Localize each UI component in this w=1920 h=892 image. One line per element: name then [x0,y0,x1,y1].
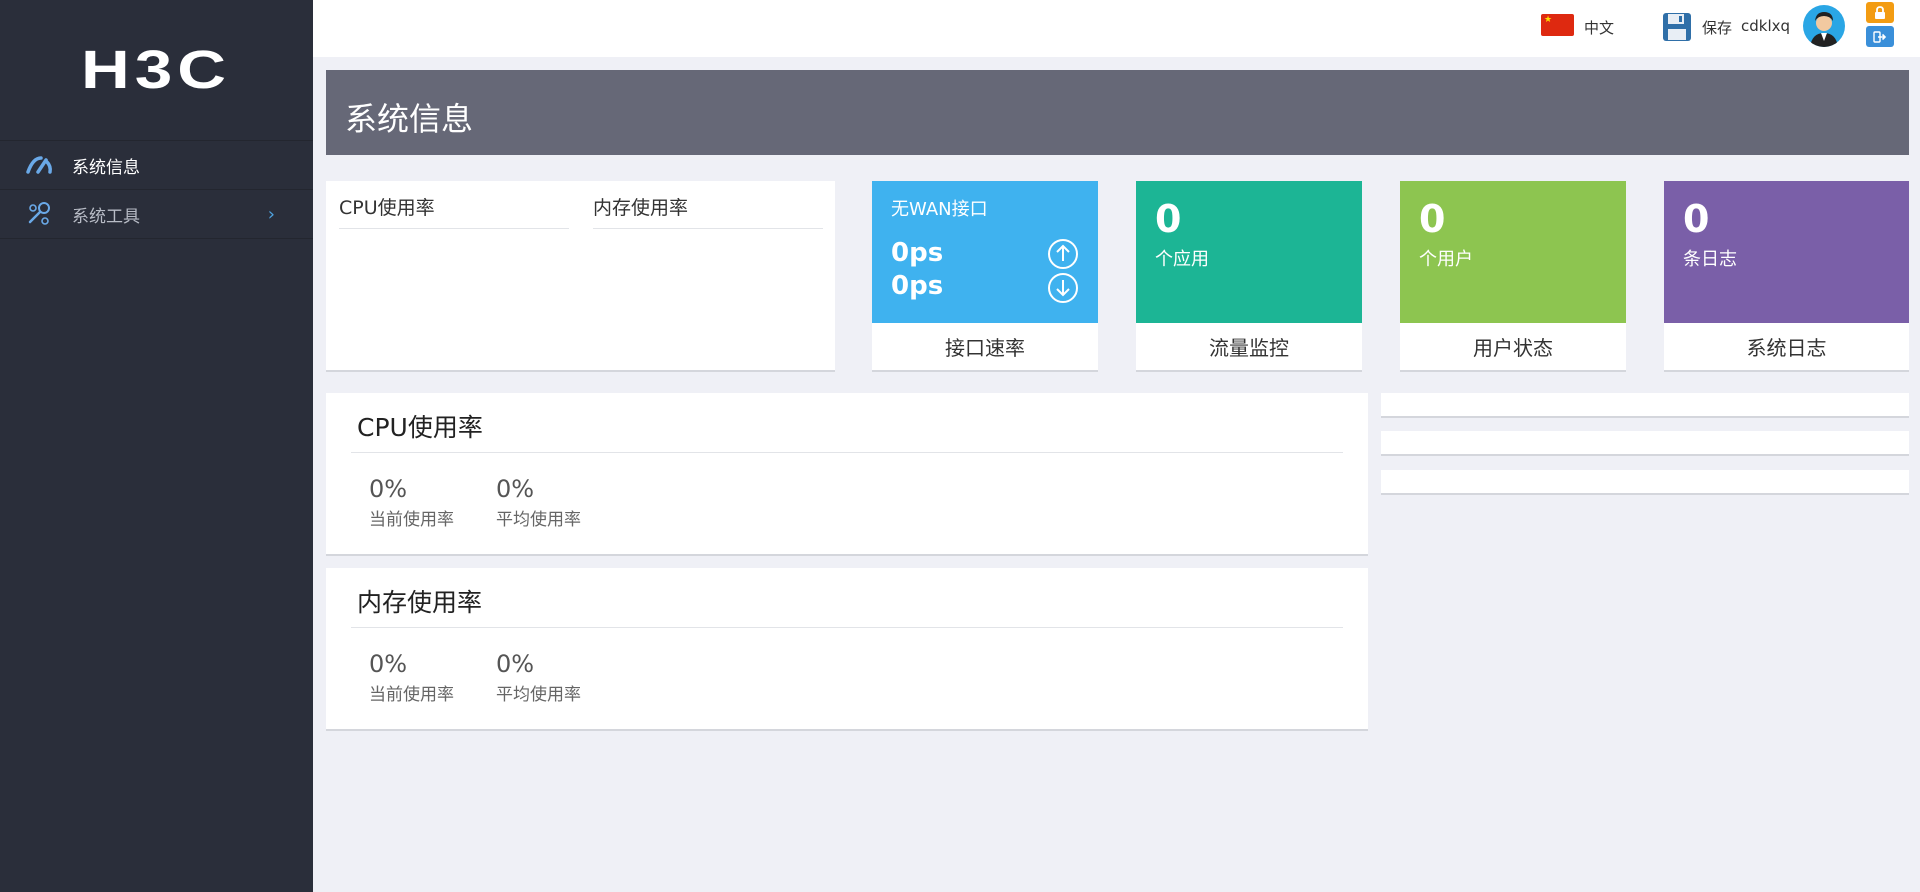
user-count-value: 0 [1419,197,1446,241]
user-count-label: 个用户 [1419,249,1473,270]
traffic-monitor-card[interactable]: 0 个应用 流量监控 [1136,181,1362,372]
sidebar-item-system-tools[interactable]: 系统工具 › [0,190,313,239]
chevron-right-icon: › [267,203,275,225]
save-floppy-icon[interactable] [1662,12,1692,42]
top-bar: ★ 中文 保存 cdklxq [313,0,1920,57]
username-label: cdklxq [1741,17,1791,35]
memory-current-value: 0% [369,650,408,678]
usage-summary-box: CPU使用率 内存使用率 [326,181,835,372]
log-count-value: 0 [1683,197,1710,241]
page-title: 系统信息 [345,100,474,138]
save-button[interactable]: 保存 [1702,17,1732,38]
traffic-monitor-link[interactable]: 流量监控 [1136,323,1362,370]
sidebar-item-system-info[interactable]: 系统信息 [0,141,313,190]
info-strip [1381,431,1909,456]
sidebar-item-label: 系统工具 [72,206,140,227]
cpu-current-value: 0% [369,475,408,503]
memory-average-label: 平均使用率 [496,685,581,705]
upload-arrow-icon [1048,239,1078,269]
sidebar: H3C 系统信息 系统工具 › [0,0,313,892]
tools-wrench-icon [24,199,54,229]
cpu-average-metric: 0% 平均使用率 [496,475,581,530]
upload-rate: 0ps [891,238,944,268]
cpu-current-metric: 0% 当前使用率 [369,475,454,530]
system-log-link[interactable]: 系统日志 [1664,323,1909,370]
sidebar-nav: 系统信息 系统工具 › [0,140,313,239]
h3c-logo: H3C [0,0,313,140]
logo-text: H3C [81,40,232,100]
memory-average-value: 0% [496,650,535,678]
user-status-link[interactable]: 用户状态 [1400,323,1626,370]
cpu-average-value: 0% [496,475,535,503]
memory-panel-title: 内存使用率 [357,588,483,617]
app-count-value: 0 [1155,197,1182,241]
app-count-label: 个应用 [1155,249,1209,270]
log-count-panel: 0 条日志 [1664,181,1909,323]
cpu-usage-panel: CPU使用率 0% 当前使用率 0% 平均使用率 [326,393,1368,556]
memory-usage-panel: 内存使用率 0% 当前使用率 0% 平均使用率 [326,568,1368,731]
lock-icon [1875,5,1885,19]
wan-status-text: 无WAN接口 [891,199,988,220]
dashboard-gauge-icon [24,150,54,180]
sidebar-item-label: 系统信息 [72,157,140,178]
cpu-average-label: 平均使用率 [496,510,581,530]
interface-rate-card[interactable]: 无WAN接口 0ps 0ps 接口速率 [872,181,1098,372]
wan-status-panel: 无WAN接口 0ps 0ps [872,181,1098,323]
divider [351,627,1343,628]
user-count-panel: 0 个用户 [1400,181,1626,323]
china-flag-icon[interactable]: ★ [1541,14,1574,36]
download-arrow-icon [1048,273,1078,303]
lock-button[interactable] [1866,2,1894,23]
log-count-label: 条日志 [1683,249,1737,270]
user-status-card[interactable]: 0 个用户 用户状态 [1400,181,1626,372]
memory-current-label: 当前使用率 [369,685,454,705]
memory-usage-heading: 内存使用率 [593,193,823,229]
info-strip [1381,470,1909,495]
language-switch[interactable]: 中文 [1584,17,1614,38]
page-header: 系统信息 [326,70,1909,155]
logout-icon [1873,30,1887,43]
info-strip [1381,393,1909,418]
user-avatar[interactable] [1803,5,1845,47]
divider [351,452,1343,453]
cpu-usage-heading: CPU使用率 [339,193,569,229]
memory-current-metric: 0% 当前使用率 [369,650,454,705]
memory-average-metric: 0% 平均使用率 [496,650,581,705]
download-rate: 0ps [891,271,944,301]
app-count-panel: 0 个应用 [1136,181,1362,323]
interface-rate-link[interactable]: 接口速率 [872,323,1098,370]
cpu-panel-title: CPU使用率 [357,413,483,442]
cpu-current-label: 当前使用率 [369,510,454,530]
system-log-card[interactable]: 0 条日志 系统日志 [1664,181,1909,372]
logout-button[interactable] [1866,26,1894,47]
